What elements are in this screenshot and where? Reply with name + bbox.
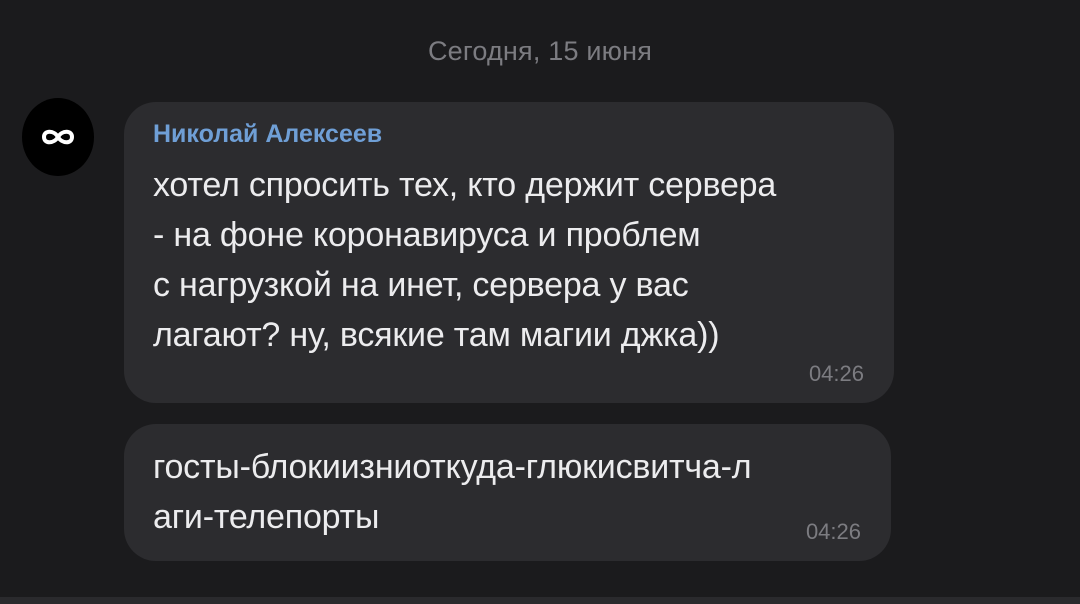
message-timestamp: 04:26 xyxy=(808,361,864,386)
input-bar-edge xyxy=(0,597,1080,604)
infinity-icon xyxy=(42,129,74,145)
message-bubble[interactable]: Николай Алексеев хотел спросить тех, кто… xyxy=(124,102,894,403)
message-text: хотел спросить тех, кто держит сервера -… xyxy=(153,166,777,354)
date-separator: Сегодня, 15 июня xyxy=(427,36,653,66)
message-text: госты-блокиизниоткуда-глюкисвитча-л аги-… xyxy=(153,448,752,536)
sender-avatar[interactable] xyxy=(22,98,94,176)
sender-name[interactable]: Николай Алексеев xyxy=(153,120,382,149)
message-timestamp: 04:26 xyxy=(805,519,861,544)
message-bubble[interactable]: госты-блокиизниоткуда-глюкисвитча-л аги-… xyxy=(124,424,891,561)
